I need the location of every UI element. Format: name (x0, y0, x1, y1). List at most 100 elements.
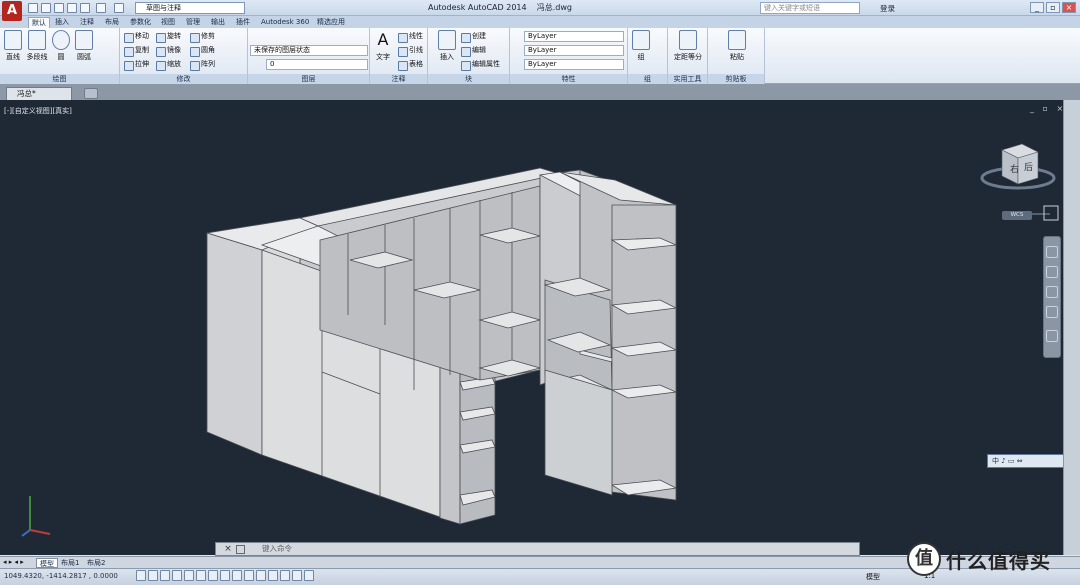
drawing-viewport[interactable] (0, 100, 1063, 555)
tab-insert[interactable]: 插入 (52, 17, 72, 28)
layer-state-select[interactable]: 未保存的图层状态 (250, 45, 368, 56)
tab-featured-apps[interactable]: 精选应用 (314, 17, 348, 28)
orbit-icon[interactable] (1046, 306, 1058, 318)
3d-osnap-toggle[interactable] (208, 570, 218, 581)
app-menu-button[interactable]: A (2, 1, 22, 21)
zoom-icon[interactable] (1046, 286, 1058, 298)
infer-constraints-toggle[interactable] (136, 570, 146, 581)
paste-button[interactable]: 粘贴 (726, 30, 748, 62)
edit-block-button[interactable]: 编辑 (461, 45, 486, 57)
panel-layers-label[interactable]: 图层 (248, 74, 369, 84)
panel-groups-label[interactable]: 组 (628, 74, 667, 84)
selection-cycling-toggle[interactable] (292, 570, 302, 581)
leader-button[interactable]: 引线 (398, 45, 423, 57)
trim-button[interactable]: 修剪 (190, 31, 215, 43)
text-button[interactable]: A 文字 (372, 30, 394, 62)
lineweight-select[interactable]: ByLayer (524, 59, 624, 70)
panel-annotation-label[interactable]: 注释 (370, 74, 427, 84)
tab-layout1[interactable]: 布局1 (58, 558, 82, 568)
array-button[interactable]: 阵列 (190, 59, 215, 71)
polar-toggle[interactable] (184, 570, 194, 581)
save-icon[interactable] (54, 3, 64, 13)
pan-icon[interactable] (1046, 266, 1058, 278)
panel-utilities-label[interactable]: 实用工具 (668, 74, 707, 84)
move-button[interactable]: 移动 (124, 31, 149, 43)
tab-layout[interactable]: 布局 (102, 17, 122, 28)
tab-default[interactable]: 默认 (28, 17, 50, 28)
viewport-label[interactable]: [-][自定义视图][真实] (4, 106, 72, 116)
polyline-button[interactable]: 多段线 (24, 30, 50, 62)
lineweight-toggle[interactable] (256, 570, 266, 581)
stretch-button[interactable]: 拉伸 (124, 59, 149, 71)
tab-plugins[interactable]: 插件 (233, 17, 253, 28)
transparency-toggle[interactable] (268, 570, 278, 581)
grid-toggle[interactable] (160, 570, 170, 581)
saveas-icon[interactable] (67, 3, 77, 13)
dyn-toggle[interactable] (244, 570, 254, 581)
new-icon[interactable] (28, 3, 38, 13)
open-icon[interactable] (41, 3, 51, 13)
vertical-scrollbar[interactable] (1063, 100, 1080, 555)
fillet-button[interactable]: 圆角 (190, 45, 215, 57)
maximize-button[interactable]: ▫ (1046, 2, 1060, 13)
panel-draw-label[interactable]: 绘图 (0, 74, 119, 84)
model-space-button[interactable]: 模型 (866, 572, 880, 582)
dim-linear-button[interactable]: 线性 (398, 31, 423, 43)
rotate-button[interactable]: 旋转 (156, 31, 181, 43)
command-input[interactable]: 键入命令 (262, 543, 852, 555)
print-icon[interactable] (80, 3, 90, 13)
wrench-icon[interactable] (236, 545, 245, 554)
annotation-scale-toolbar[interactable]: 中 ♪ ▭ ⇔ (987, 454, 1075, 468)
otrack-toggle[interactable] (220, 570, 230, 581)
copy-button[interactable]: 复制 (124, 45, 149, 57)
layer-select[interactable]: 0 (266, 59, 368, 70)
linetype-select[interactable]: ByLayer (524, 45, 624, 56)
arc-button[interactable]: 圆弧 (73, 30, 95, 62)
command-close-button[interactable]: × (222, 543, 234, 555)
edit-attributes-button[interactable]: 编辑属性 (461, 59, 500, 71)
redo-icon[interactable] (114, 3, 124, 13)
tab-view[interactable]: 视图 (158, 17, 178, 28)
table-button[interactable]: 表格 (398, 59, 423, 71)
annotation-monitor-toggle[interactable] (304, 570, 314, 581)
measure-button[interactable]: 定距等分 (670, 30, 706, 62)
search-input[interactable]: 键入关键字或短语 (760, 2, 860, 14)
quick-properties-toggle[interactable] (280, 570, 290, 581)
panel-modify-label[interactable]: 修改 (120, 74, 247, 84)
workspace-select[interactable]: 草图与注释 (135, 2, 245, 14)
panel-properties-label[interactable]: 特性 (510, 74, 627, 84)
panel-clipboard-label[interactable]: 剪贴板 (708, 74, 764, 84)
undo-icon[interactable] (96, 3, 106, 13)
tab-parametric[interactable]: 参数化 (127, 17, 154, 28)
create-block-button[interactable]: 创建 (461, 31, 486, 43)
tab-layout2[interactable]: 布局2 (84, 558, 108, 568)
minimize-button[interactable]: _ (1030, 2, 1044, 13)
snap-toggle[interactable] (148, 570, 158, 581)
showmotion-icon[interactable] (1046, 330, 1058, 342)
document-tab[interactable]: 冯总* (6, 87, 72, 100)
circle-button[interactable]: 圆 (50, 30, 72, 62)
tab-autodesk360[interactable]: Autodesk 360 (258, 17, 312, 28)
ducs-toggle[interactable] (232, 570, 242, 581)
tab-annotate[interactable]: 注释 (77, 17, 97, 28)
layout-nav-arrows[interactable]: ◂ ▸ ◂ ▸ (3, 558, 24, 566)
mirror-button[interactable]: 镜像 (156, 45, 181, 57)
new-tab-button[interactable] (84, 88, 98, 99)
panel-block-label[interactable]: 块 (428, 74, 509, 84)
tab-output[interactable]: 输出 (208, 17, 228, 28)
ortho-toggle[interactable] (172, 570, 182, 581)
close-button[interactable]: × (1062, 2, 1076, 13)
tab-manage[interactable]: 管理 (183, 17, 203, 28)
tab-model[interactable]: 模型 (36, 558, 58, 568)
panel-draw: 直线 多段线 圆 圆弧 绘图 (0, 28, 120, 84)
color-select[interactable]: ByLayer (524, 31, 624, 42)
scale-button[interactable]: 缩放 (156, 59, 181, 71)
osnap-toggle[interactable] (196, 570, 206, 581)
login-button[interactable]: 登录 (880, 3, 895, 14)
viewport-controls[interactable]: _ ▫ × (1030, 104, 1066, 113)
line-button[interactable]: 直线 (2, 30, 24, 62)
group-button[interactable]: 组 (630, 30, 652, 62)
wcs-menu[interactable]: WCS (1002, 211, 1032, 220)
insert-block-button[interactable]: 插入 (436, 30, 458, 62)
steering-wheel-icon[interactable] (1046, 246, 1058, 258)
